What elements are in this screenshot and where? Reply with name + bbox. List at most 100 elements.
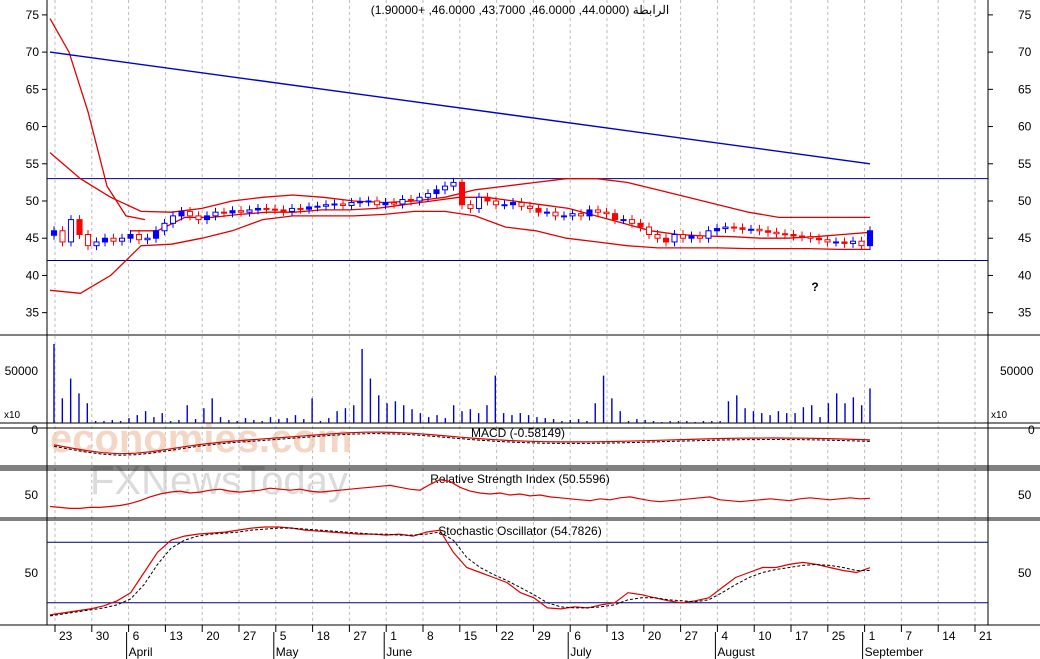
volume-tick-label: 50000 bbox=[5, 364, 39, 378]
macd-tick-label-right: 0 bbox=[1028, 423, 1035, 437]
candle-body bbox=[297, 207, 304, 210]
x-day-label: 6 bbox=[133, 629, 140, 643]
candle-body bbox=[186, 210, 194, 217]
candle-body bbox=[229, 210, 236, 214]
candle-body bbox=[67, 219, 75, 243]
candle-body bbox=[84, 234, 92, 247]
x-day-label: 15 bbox=[464, 629, 478, 643]
x-day-label: 13 bbox=[169, 629, 183, 643]
y-tick-label-right: 60 bbox=[1018, 120, 1032, 134]
candle-body bbox=[416, 196, 423, 202]
candle-body bbox=[586, 209, 593, 217]
candle-body bbox=[263, 207, 270, 210]
candle-body bbox=[543, 211, 551, 214]
ohlc-header: الرابطة (44.0000, 46.0000, 43.7000, 46.0… bbox=[371, 3, 670, 17]
candle-body bbox=[637, 222, 644, 228]
candle-body bbox=[195, 215, 202, 221]
x-day-label: 22 bbox=[501, 629, 515, 643]
candle-body bbox=[552, 211, 559, 217]
candle-body bbox=[288, 207, 296, 212]
candle-body bbox=[76, 219, 83, 236]
price-panel: 35 35 40 40 45 45 50 50 55 55 60 60 65 65 70 70 75 75? bbox=[26, 8, 1032, 320]
candle-body bbox=[93, 241, 100, 247]
candle-body bbox=[620, 219, 627, 222]
x-day-label: 21 bbox=[979, 629, 993, 643]
candle-body bbox=[577, 213, 585, 217]
volume-panel: 50000 50000 x10 x10 bbox=[4, 344, 1034, 423]
rsi-tick-label: 50 bbox=[25, 488, 39, 502]
x-day-label: 5 bbox=[280, 629, 287, 643]
x-day-label: 23 bbox=[59, 629, 73, 643]
candle-body bbox=[59, 230, 66, 243]
candle-body bbox=[535, 207, 542, 213]
y-tick-label-right: 55 bbox=[1018, 157, 1032, 171]
candle-body bbox=[688, 235, 695, 239]
candle-body bbox=[781, 233, 789, 236]
y-tick-label: 50 bbox=[26, 194, 40, 208]
candle-body bbox=[773, 231, 780, 235]
candle-body bbox=[178, 210, 185, 217]
candle-body bbox=[756, 228, 763, 232]
candle-body bbox=[832, 241, 840, 244]
candle-body bbox=[722, 226, 729, 230]
y-tick-label-right: 50 bbox=[1018, 194, 1032, 208]
candle-body bbox=[764, 230, 772, 233]
volume-tick-label-right: 50000 bbox=[1000, 364, 1034, 378]
stochastic-panel: Stochastic Oscillator (54.7826) 50 50 bbox=[25, 524, 1032, 617]
candle-body bbox=[135, 234, 143, 241]
candle-body bbox=[254, 207, 262, 211]
x-day-label: 1 bbox=[390, 629, 397, 643]
candle-body bbox=[696, 235, 704, 239]
y-tick-label: 35 bbox=[26, 306, 40, 320]
y-tick-label: 65 bbox=[26, 82, 40, 96]
x-day-label: 10 bbox=[758, 629, 772, 643]
candle-body bbox=[662, 237, 670, 243]
candle-body bbox=[152, 230, 160, 239]
x-day-label: 27 bbox=[685, 629, 699, 643]
candle-body bbox=[118, 237, 126, 242]
candle-body bbox=[314, 205, 321, 208]
y-tick-label: 40 bbox=[26, 268, 40, 282]
x-day-label: 17 bbox=[795, 629, 809, 643]
x-month-label: May bbox=[276, 645, 299, 659]
y-tick-label-right: 65 bbox=[1018, 82, 1032, 96]
candle-body bbox=[484, 196, 491, 202]
candle-body bbox=[730, 226, 738, 229]
candle-body bbox=[433, 189, 440, 195]
candle-body bbox=[628, 219, 636, 224]
candle-body bbox=[450, 181, 457, 187]
x-day-label: 30 bbox=[96, 629, 110, 643]
candle-body bbox=[560, 215, 568, 218]
candle-body bbox=[654, 234, 661, 239]
stochastic-tick-label-right: 50 bbox=[1018, 566, 1032, 580]
candle-body bbox=[305, 206, 313, 210]
candle-body bbox=[390, 201, 398, 205]
stock-chart: economies.com FXNewsToday 35 3540 4045 4550… bbox=[0, 0, 1040, 659]
macd-title: MACD (-0.58149) bbox=[471, 426, 565, 440]
candle-body bbox=[246, 209, 253, 213]
candle-body bbox=[569, 213, 576, 217]
candle-body bbox=[790, 234, 797, 237]
candle-body bbox=[110, 237, 117, 242]
candle-body bbox=[526, 205, 534, 209]
candle-body bbox=[356, 201, 364, 204]
candle-body bbox=[679, 234, 687, 239]
candle-body bbox=[807, 236, 814, 239]
x-day-label: 27 bbox=[353, 629, 367, 643]
x-day-label: 6 bbox=[574, 629, 581, 643]
candle-body bbox=[144, 237, 151, 241]
candle-body bbox=[611, 213, 619, 221]
candle-body bbox=[866, 230, 874, 247]
candle-body bbox=[713, 228, 721, 232]
y-tick-label-right: 35 bbox=[1018, 306, 1032, 320]
candle-body bbox=[841, 241, 848, 244]
x-day-label: 1 bbox=[869, 629, 876, 643]
candle-body bbox=[101, 237, 109, 243]
candle-body bbox=[739, 227, 746, 230]
candle-body bbox=[373, 200, 381, 206]
candle-body bbox=[424, 193, 432, 198]
candle-body bbox=[858, 240, 865, 247]
candle-body bbox=[127, 234, 134, 239]
candle-body bbox=[280, 209, 287, 212]
candle-body bbox=[348, 201, 355, 206]
